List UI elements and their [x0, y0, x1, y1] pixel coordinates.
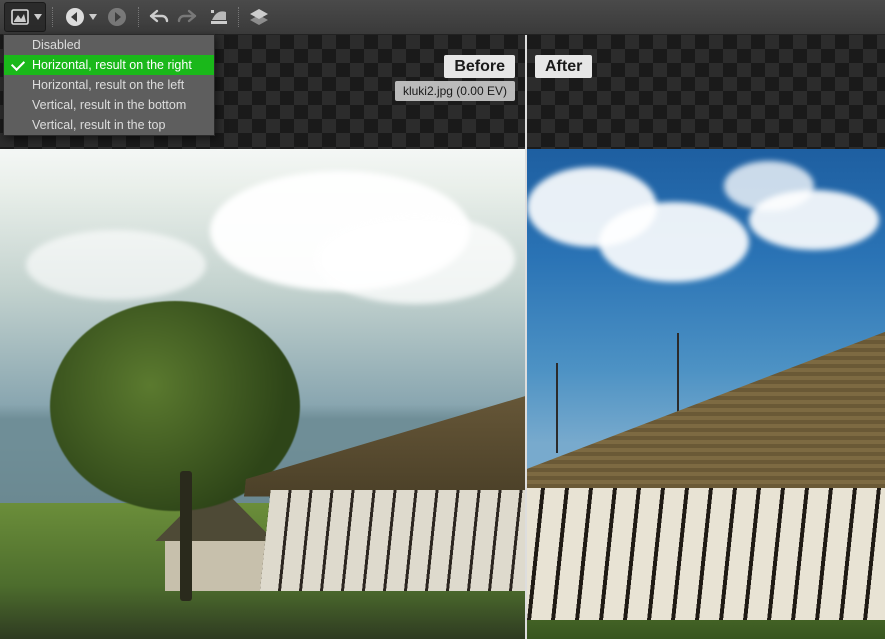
dropdown-option-horizontal-right[interactable]: Horizontal, result on the right — [4, 55, 214, 75]
before-image — [0, 149, 525, 639]
separator — [138, 7, 140, 27]
option-label: Horizontal, result on the left — [32, 78, 184, 92]
dropdown-option-disabled[interactable]: Disabled — [4, 35, 214, 55]
image-compare-icon — [7, 4, 33, 30]
separator — [52, 7, 54, 27]
toolbar — [0, 0, 885, 35]
option-label: Horizontal, result on the right — [32, 58, 192, 72]
compare-mode-caret[interactable] — [33, 4, 43, 30]
filename-label: kluki2.jpg (0.00 EV) — [395, 81, 515, 101]
compare-mode-button[interactable] — [4, 2, 46, 32]
separator — [238, 7, 240, 27]
nav-back-caret[interactable] — [88, 4, 98, 30]
undo-button[interactable] — [146, 4, 172, 30]
curves-button[interactable] — [206, 4, 232, 30]
dropdown-option-vertical-bottom[interactable]: Vertical, result in the bottom — [4, 95, 214, 115]
arrow-left-circle-icon — [62, 4, 88, 30]
after-label: After — [535, 55, 592, 78]
option-label: Disabled — [32, 38, 81, 52]
option-label: Vertical, result in the top — [32, 118, 165, 132]
arrow-right-circle-icon — [104, 4, 130, 30]
option-label: Vertical, result in the bottom — [32, 98, 186, 112]
layers-button[interactable] — [246, 4, 272, 30]
dropdown-option-horizontal-left[interactable]: Horizontal, result on the left — [4, 75, 214, 95]
after-image — [527, 149, 885, 639]
redo-button — [174, 4, 200, 30]
compare-mode-dropdown: Disabled Horizontal, result on the right… — [3, 34, 215, 136]
before-label: Before — [444, 55, 515, 78]
dropdown-option-vertical-top[interactable]: Vertical, result in the top — [4, 115, 214, 135]
nav-forward-button — [102, 3, 132, 31]
after-pane[interactable]: After — [527, 35, 885, 639]
nav-back-button[interactable] — [60, 3, 100, 31]
